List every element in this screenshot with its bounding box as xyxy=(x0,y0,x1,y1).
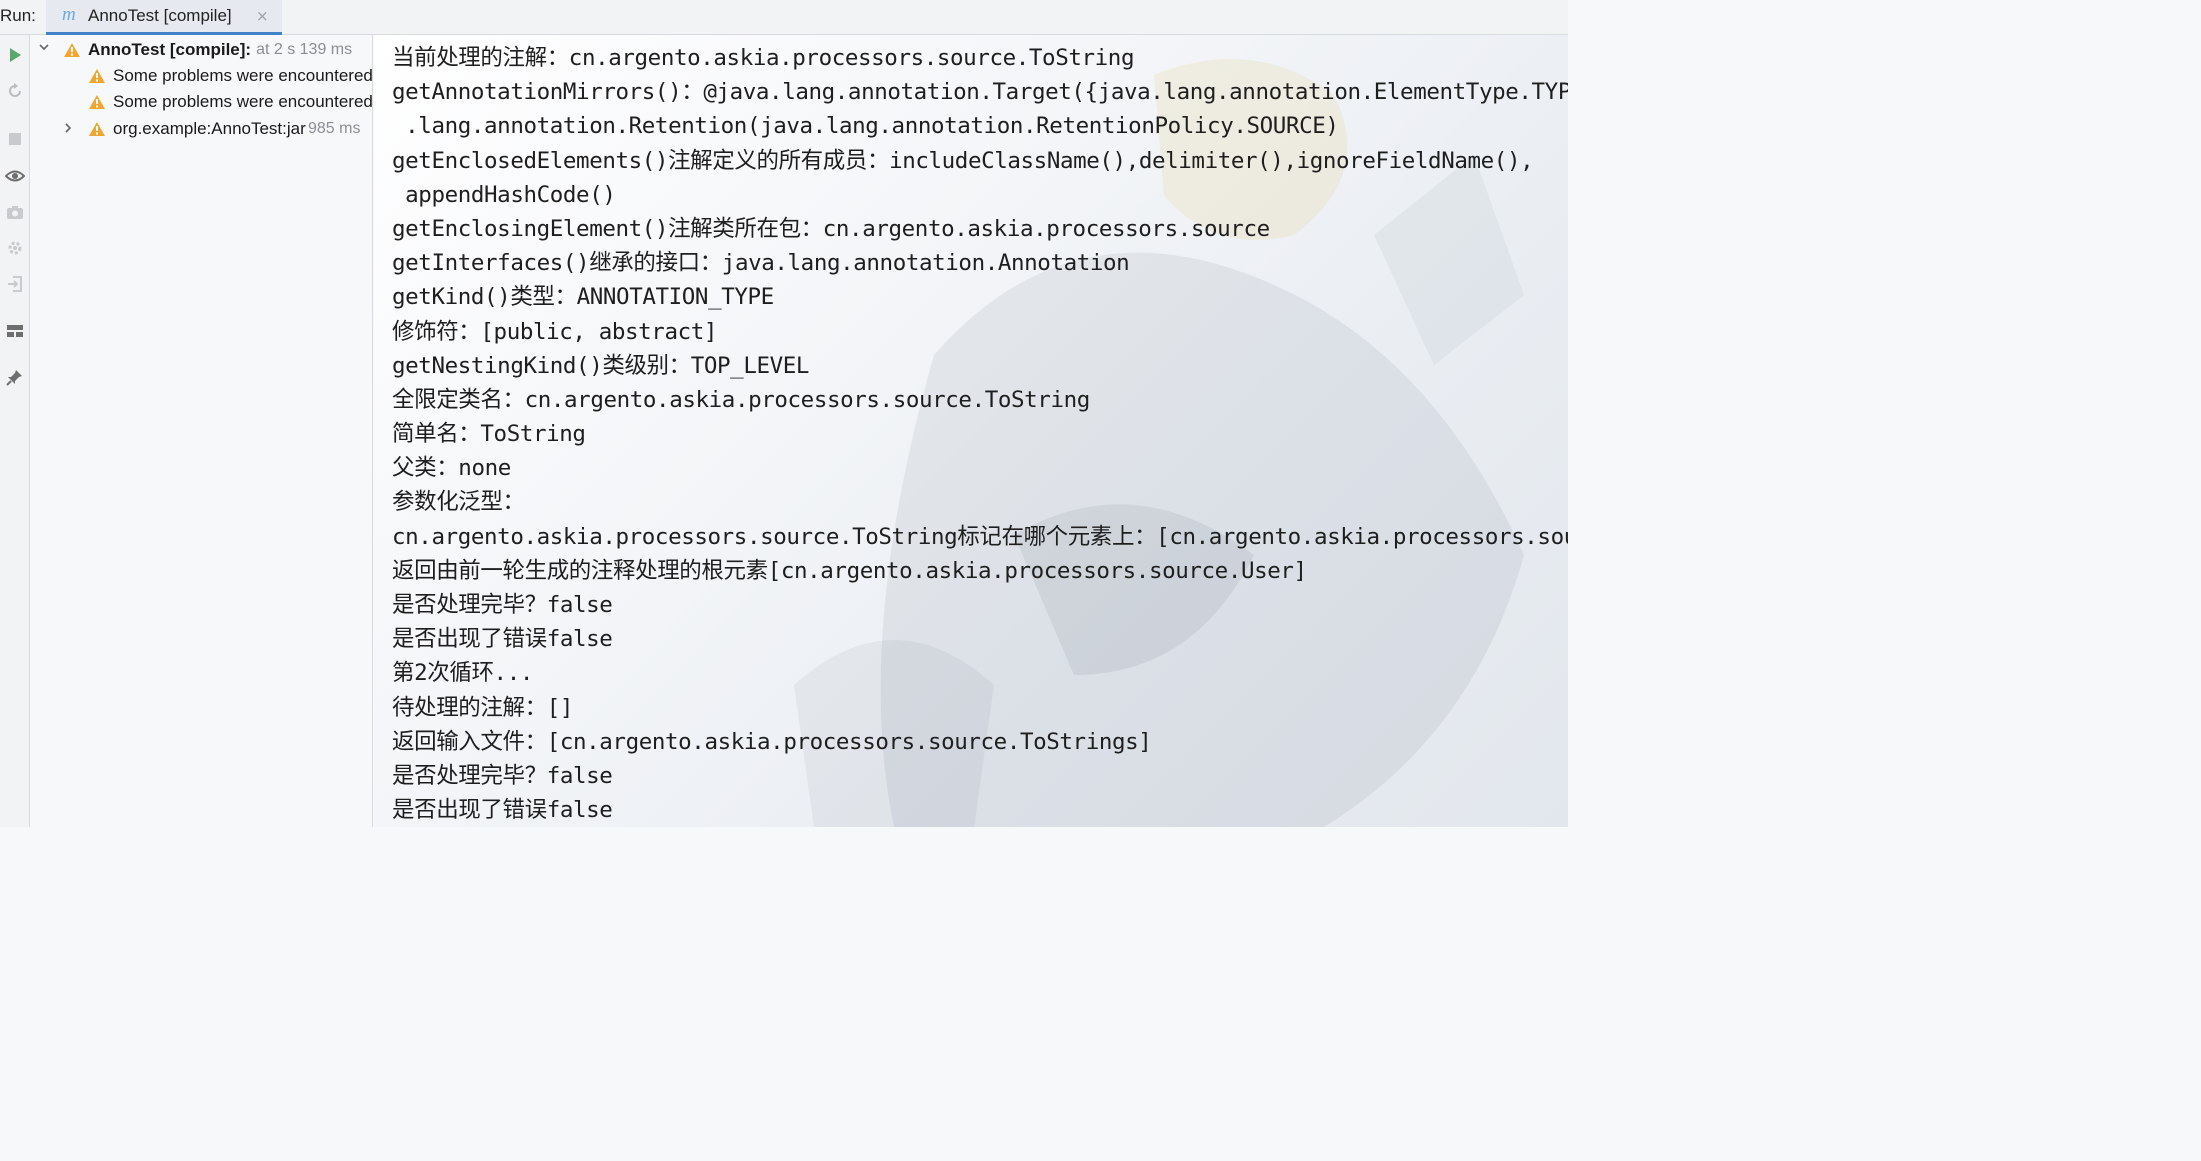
build-tree: AnnoTest [compile]: at 2 s 139 ms Some p… xyxy=(31,35,373,827)
console-line: 返回由前一轮生成的注释处理的根元素[cn.argento.askia.proce… xyxy=(392,557,1307,584)
eye-icon xyxy=(5,170,25,182)
console-line: 待处理的注解：[] xyxy=(392,694,573,721)
rerun-failed-button[interactable] xyxy=(3,79,27,103)
console-line: getKind()类型：ANNOTATION_TYPE xyxy=(392,284,774,311)
console-line: 是否出现了错误false xyxy=(392,626,613,653)
rerun-button[interactable] xyxy=(3,43,27,67)
run-tool-header: Run: m AnnoTest [compile] × xyxy=(0,0,1568,35)
tree-node-problem-2[interactable]: Some problems were encountered while bui… xyxy=(88,89,373,115)
console-line: 是否出现了错误false xyxy=(392,797,613,824)
console-line: 简单名：ToString xyxy=(392,421,586,448)
console-line: getInterfaces()继承的接口：java.lang.annotatio… xyxy=(392,250,1130,277)
console-line: cn.argento.askia.processors.source.ToStr… xyxy=(392,523,1568,550)
close-icon[interactable]: × xyxy=(256,7,269,25)
pin-button[interactable] xyxy=(3,365,27,389)
warning-icon xyxy=(89,122,105,136)
tree-node-label: Some problems were encountered while bui… xyxy=(113,66,373,85)
chevron-right-icon[interactable] xyxy=(62,122,74,138)
stop-icon xyxy=(9,133,21,145)
console-line: 参数化泛型： xyxy=(392,489,525,516)
console-output[interactable]: 当前处理的注解：cn.argento.askia.processors.sour… xyxy=(374,35,1568,827)
screenshot-button[interactable] xyxy=(3,200,27,224)
tab-title: AnnoTest [compile] xyxy=(88,6,232,25)
stop-button[interactable] xyxy=(3,127,27,151)
console-line: appendHashCode() xyxy=(392,181,616,208)
show-passed-button[interactable] xyxy=(3,164,27,188)
console-line: 第2次循环... xyxy=(392,660,533,687)
console-line: getEnclosedElements()注解定义的所有成员：includeCl… xyxy=(392,147,1534,174)
tree-node-time: at 2 s 139 ms xyxy=(256,41,353,58)
settings-button[interactable] xyxy=(3,236,27,260)
console-line: 修饰符：[public, abstract] xyxy=(392,318,718,345)
tree-node-org-example-annotest[interactable]: org.example:AnnoTest:jar 985 ms xyxy=(88,116,360,142)
console-line: getEnclosingElement()注解类所在包：cn.argento.a… xyxy=(392,215,1270,242)
layout-icon xyxy=(7,325,23,337)
pin-icon xyxy=(6,370,22,386)
console-line: 是否处理完毕？false xyxy=(392,762,613,789)
console-lines: 当前处理的注解：cn.argento.askia.processors.sour… xyxy=(392,41,1568,827)
tab-annotest-compile[interactable]: m AnnoTest [compile] × xyxy=(46,0,282,35)
warning-icon xyxy=(89,69,105,83)
console-line: 是否处理完毕？false xyxy=(392,592,613,618)
rerun-failed-icon xyxy=(9,83,21,97)
maven-icon: m xyxy=(62,4,76,25)
warning-icon xyxy=(64,43,80,57)
console-line: .lang.annotation.Retention(java.lang.ann… xyxy=(392,113,1339,140)
chevron-down-icon[interactable] xyxy=(38,41,50,57)
tree-node-time: 985 ms xyxy=(308,120,361,137)
warning-icon xyxy=(89,95,105,109)
console-line: 全限定类名：cn.argento.askia.processors.source… xyxy=(392,386,1090,413)
settings-icon xyxy=(8,241,22,255)
rerun-icon xyxy=(10,48,21,62)
console-line: getNestingKind()类级别：TOP_LEVEL xyxy=(392,352,810,379)
tree-node-problem-1[interactable]: Some problems were encountered while bui… xyxy=(88,63,373,89)
console-line: 当前处理的注解：cn.argento.askia.processors.sour… xyxy=(392,45,1135,71)
tree-node-annotest-compile[interactable]: AnnoTest [compile]: at 2 s 139 ms xyxy=(63,37,352,63)
tree-node-label: AnnoTest [compile]: xyxy=(88,40,252,59)
layout-button[interactable] xyxy=(3,319,27,343)
console-line: 父类：none xyxy=(392,455,511,482)
console-line: 返回输入文件：[cn.argento.askia.processors.sour… xyxy=(392,728,1152,755)
tree-node-label: Some problems were encountered while bui… xyxy=(113,92,373,111)
console-line: getAnnotationMirrors()：@java.lang.annota… xyxy=(392,79,1568,106)
exit-button[interactable] xyxy=(3,272,27,296)
exit-icon xyxy=(8,276,22,292)
run-label: Run: xyxy=(0,6,36,25)
run-toolbar xyxy=(0,35,30,827)
tree-node-label: org.example:AnnoTest:jar xyxy=(113,119,306,138)
camera-icon xyxy=(7,205,23,219)
